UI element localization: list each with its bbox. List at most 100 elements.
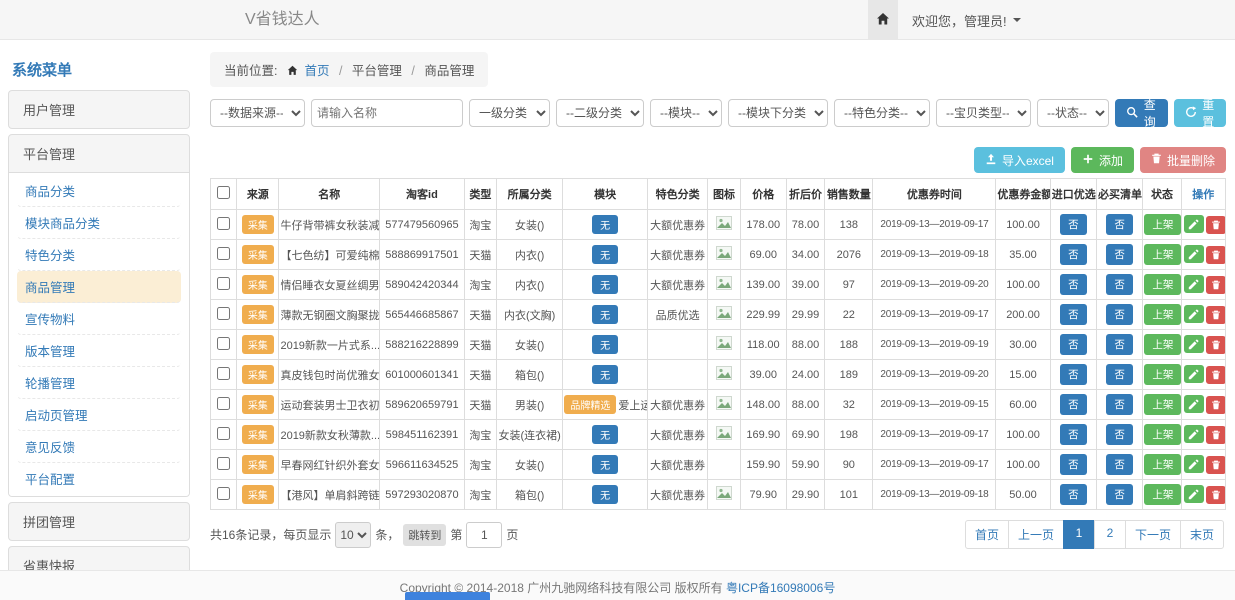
- row-checkbox[interactable]: [217, 427, 230, 440]
- add-button[interactable]: 添加: [1071, 147, 1134, 173]
- delete-button[interactable]: [1206, 396, 1226, 414]
- select-all-checkbox[interactable]: [217, 186, 230, 199]
- delete-button[interactable]: [1206, 366, 1226, 384]
- must-buy-toggle[interactable]: 否: [1106, 334, 1133, 355]
- category-l1-select[interactable]: 一级分类: [469, 99, 550, 127]
- status-button[interactable]: 上架: [1144, 214, 1181, 235]
- home-button[interactable]: [868, 0, 898, 40]
- edit-button[interactable]: [1184, 485, 1204, 503]
- per-page-select[interactable]: 10: [335, 522, 371, 548]
- import-select-toggle[interactable]: 否: [1060, 304, 1087, 325]
- status-button[interactable]: 上架: [1144, 364, 1181, 385]
- status-button[interactable]: 上架: [1144, 454, 1181, 475]
- edit-button[interactable]: [1184, 245, 1204, 263]
- feature-category-select[interactable]: --特色分类--: [834, 99, 930, 127]
- import-select-toggle[interactable]: 否: [1060, 214, 1087, 235]
- sidebar-group-2[interactable]: 拼团管理: [9, 503, 189, 540]
- module-sub-select[interactable]: --模块下分类--: [728, 99, 828, 127]
- sidebar-item-模块商品分类[interactable]: 模块商品分类: [17, 207, 181, 239]
- edit-button[interactable]: [1184, 335, 1204, 353]
- pager-last[interactable]: 末页: [1180, 520, 1224, 549]
- delete-button[interactable]: [1206, 456, 1226, 474]
- sidebar-group-1[interactable]: 平台管理: [9, 135, 189, 172]
- user-menu[interactable]: 欢迎您，管理员!: [912, 11, 1021, 30]
- module-select[interactable]: --模块--: [650, 99, 722, 127]
- import-select-toggle[interactable]: 否: [1060, 364, 1087, 385]
- must-buy-toggle[interactable]: 否: [1106, 274, 1133, 295]
- must-buy-toggle[interactable]: 否: [1106, 394, 1133, 415]
- icp-link[interactable]: 粤ICP备16098006号: [726, 581, 835, 595]
- must-buy-toggle[interactable]: 否: [1106, 364, 1133, 385]
- row-checkbox[interactable]: [217, 337, 230, 350]
- edit-button[interactable]: [1184, 275, 1204, 293]
- status-button[interactable]: 上架: [1144, 304, 1181, 325]
- pager-page-1[interactable]: 1: [1063, 520, 1095, 549]
- status-button[interactable]: 上架: [1144, 484, 1181, 505]
- delete-button[interactable]: [1206, 216, 1226, 234]
- delete-button[interactable]: [1206, 426, 1226, 444]
- edit-button[interactable]: [1184, 305, 1204, 323]
- sidebar-item-商品管理[interactable]: 商品管理: [17, 271, 181, 303]
- status-button[interactable]: 上架: [1144, 274, 1181, 295]
- import-select-toggle[interactable]: 否: [1060, 244, 1087, 265]
- sidebar-item-商品分类[interactable]: 商品分类: [17, 175, 181, 207]
- sidebar-item-平台配置[interactable]: 平台配置: [17, 463, 181, 494]
- goods-type-select[interactable]: --宝贝类型--: [936, 99, 1031, 127]
- name-search-input[interactable]: [311, 99, 463, 127]
- sidebar-group-0[interactable]: 用户管理: [9, 91, 189, 128]
- edit-button[interactable]: [1184, 425, 1204, 443]
- row-checkbox[interactable]: [217, 307, 230, 320]
- status-button[interactable]: 上架: [1144, 334, 1181, 355]
- batch-delete-button[interactable]: 批量删除: [1140, 147, 1226, 173]
- must-buy-toggle[interactable]: 否: [1106, 214, 1133, 235]
- import-select-toggle[interactable]: 否: [1060, 274, 1087, 295]
- status-button[interactable]: 上架: [1144, 394, 1181, 415]
- status-button[interactable]: 上架: [1144, 424, 1181, 445]
- breadcrumb-home-link[interactable]: 首页: [304, 64, 329, 78]
- row-checkbox[interactable]: [217, 367, 230, 380]
- edit-button[interactable]: [1184, 365, 1204, 383]
- row-checkbox[interactable]: [217, 277, 230, 290]
- sidebar-item-宣传物料[interactable]: 宣传物料: [17, 303, 181, 335]
- row-checkbox[interactable]: [217, 457, 230, 470]
- row-checkbox[interactable]: [217, 397, 230, 410]
- pager-page-2[interactable]: 2: [1094, 520, 1126, 549]
- edit-button[interactable]: [1184, 455, 1204, 473]
- pager-next[interactable]: 下一页: [1125, 520, 1181, 549]
- must-buy-toggle[interactable]: 否: [1106, 484, 1133, 505]
- data-source-select[interactable]: --数据来源--: [210, 99, 305, 127]
- must-buy-toggle[interactable]: 否: [1106, 424, 1133, 445]
- row-checkbox[interactable]: [217, 487, 230, 500]
- sidebar-item-版本管理[interactable]: 版本管理: [17, 335, 181, 367]
- row-checkbox[interactable]: [217, 247, 230, 260]
- sidebar-item-轮播管理[interactable]: 轮播管理: [17, 367, 181, 399]
- row-checkbox[interactable]: [217, 217, 230, 230]
- status-button[interactable]: 上架: [1144, 244, 1181, 265]
- pager-first[interactable]: 首页: [965, 520, 1009, 549]
- search-button[interactable]: 查询: [1115, 99, 1168, 127]
- import-select-toggle[interactable]: 否: [1060, 454, 1087, 475]
- sidebar-item-启动页管理[interactable]: 启动页管理: [17, 399, 181, 431]
- import-select-toggle[interactable]: 否: [1060, 484, 1087, 505]
- edit-button[interactable]: [1184, 395, 1204, 413]
- edit-button[interactable]: [1184, 215, 1204, 233]
- status-select[interactable]: --状态--: [1037, 99, 1109, 127]
- must-buy-toggle[interactable]: 否: [1106, 304, 1133, 325]
- delete-button[interactable]: [1206, 306, 1226, 324]
- delete-button[interactable]: [1206, 486, 1226, 504]
- delete-button[interactable]: [1206, 246, 1226, 264]
- delete-button[interactable]: [1206, 336, 1226, 354]
- import-select-toggle[interactable]: 否: [1060, 394, 1087, 415]
- sidebar-item-意见反馈[interactable]: 意见反馈: [17, 431, 181, 463]
- import-select-toggle[interactable]: 否: [1060, 334, 1087, 355]
- must-buy-toggle[interactable]: 否: [1106, 454, 1133, 475]
- category-l2-select[interactable]: --二级分类--: [556, 99, 644, 127]
- page-jump-input[interactable]: [466, 522, 502, 548]
- pager-prev[interactable]: 上一页: [1008, 520, 1064, 549]
- import-select-toggle[interactable]: 否: [1060, 424, 1087, 445]
- reset-button[interactable]: 重置: [1174, 99, 1227, 127]
- sidebar-item-特色分类[interactable]: 特色分类: [17, 239, 181, 271]
- must-buy-toggle[interactable]: 否: [1106, 244, 1133, 265]
- delete-button[interactable]: [1206, 276, 1226, 294]
- import-excel-button[interactable]: 导入excel: [974, 147, 1065, 173]
